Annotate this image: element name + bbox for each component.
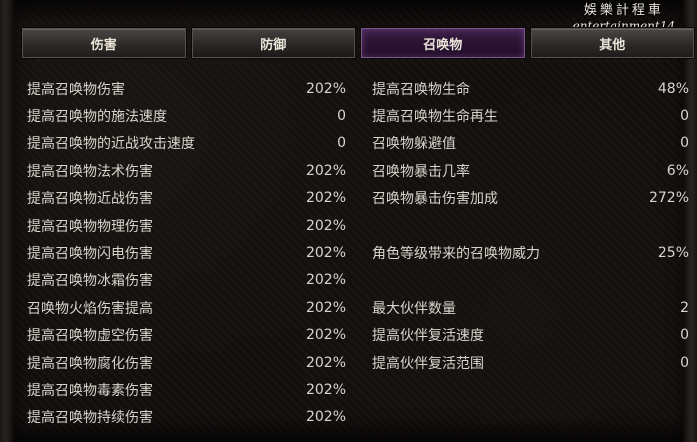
stat-value: 0: [337, 135, 346, 152]
stat-row: 提高召唤物生命 48%: [372, 75, 689, 102]
stat-value: 0: [680, 327, 689, 344]
stat-row: 提高召唤物毒素伤害 202%: [27, 376, 346, 403]
stat-value: 48%: [657, 80, 689, 97]
stat-row: 提高召唤物闪电伤害 202%: [27, 239, 346, 266]
stat-row: 提高召唤物物理伤害 202%: [27, 212, 346, 239]
stat-value: 25%: [657, 245, 689, 262]
stat-row: 提高伙伴复活速度 0: [372, 322, 689, 349]
stat-label: 召唤物火焰伤害提高: [27, 300, 153, 317]
stat-row: 角色等级带来的召唤物威力 25%: [372, 239, 689, 266]
stat-label: 提高召唤物持续伤害: [27, 410, 153, 427]
stat-label: 提高召唤物冰霜伤害: [27, 273, 153, 290]
stat-row: 提高召唤物的近战攻击速度 0: [27, 130, 346, 157]
watermark-chinese: 娛樂計程車: [583, 3, 664, 18]
stat-label: 提高召唤物伤害: [27, 81, 125, 98]
stat-label: 提高召唤物毒素伤害: [27, 382, 153, 399]
stat-label: 提高召唤物法术伤害: [27, 163, 153, 180]
stat-row: 提高召唤物生命再生 0: [372, 102, 689, 129]
tab-minions[interactable]: 召唤物: [361, 28, 525, 58]
stat-row: 召唤物暴击几率 6%: [372, 157, 689, 184]
stat-row: 提高召唤物法术伤害 202%: [27, 157, 346, 184]
stat-value: 0: [680, 354, 689, 371]
stat-value: 272%: [648, 190, 689, 207]
stat-label: 提高伙伴复活范围: [372, 355, 484, 372]
stat-row: 提高召唤物伤害 202%: [27, 75, 346, 102]
left-stats-column: 提高召唤物伤害 202% 提高召唤物的施法速度 0 提高召唤物的近战攻击速度 0 提高…: [27, 75, 346, 431]
stat-label: 最大伙伴数量: [372, 300, 456, 317]
stat-row: 提高召唤物持续伤害 202%: [27, 404, 346, 431]
stat-label: 召唤物暴击伤害加成: [372, 191, 498, 208]
stat-label: 召唤物躲避值: [372, 136, 456, 153]
stat-value: 202%: [305, 162, 346, 179]
stat-row: 提高召唤物的施法速度 0: [27, 102, 346, 129]
stat-label: 角色等级带来的召唤物威力: [372, 246, 540, 263]
stat-value: 0: [680, 135, 689, 152]
stat-row: 提高召唤物冰霜伤害 202%: [27, 267, 346, 294]
stat-label: 提高召唤物的施法速度: [27, 109, 167, 126]
stat-value: 202%: [305, 354, 346, 371]
stat-value: 2: [680, 299, 689, 316]
stat-value: 0: [680, 108, 689, 125]
stat-value: 202%: [305, 327, 346, 344]
stats-panel: 娛樂計程車 entertainment14 伤害 防御 召唤物 其他 提高召唤物…: [0, 0, 697, 442]
stat-value: 6%: [666, 162, 689, 179]
stat-row: 提高伙伴复活范围 0: [372, 349, 689, 376]
panel-border-left: [0, 0, 14, 442]
tab-other[interactable]: 其他: [530, 28, 694, 58]
stat-label: 提高召唤物虚空伤害: [27, 328, 153, 345]
stat-value: 202%: [305, 381, 346, 398]
stat-row: 提高召唤物近战伤害 202%: [27, 185, 346, 212]
tab-defense[interactable]: 防御: [191, 28, 355, 58]
stat-label: 提高召唤物生命再生: [372, 109, 498, 126]
stat-label: 提高召唤物腐化伤害: [27, 355, 153, 372]
stat-label: 提高召唤物物理伤害: [27, 218, 153, 235]
stat-row: 提高召唤物腐化伤害 202%: [27, 349, 346, 376]
stat-label: 提高召唤物的近战攻击速度: [27, 136, 195, 153]
stat-value: 202%: [305, 272, 346, 289]
stat-value: 202%: [305, 299, 346, 316]
stat-value: 202%: [305, 190, 346, 207]
tab-bar: 伤害 防御 召唤物 其他: [22, 28, 694, 58]
stat-value: 202%: [305, 80, 346, 97]
stat-label: 提高召唤物生命: [372, 81, 470, 98]
stat-label: 提高伙伴复活速度: [372, 328, 484, 345]
stat-row: 召唤物火焰伤害提高 202%: [27, 294, 346, 321]
stat-value: 0: [337, 108, 346, 125]
stat-label: 提高召唤物闪电伤害: [27, 246, 153, 263]
stat-value: 202%: [305, 409, 346, 426]
right-stats-column: 提高召唤物生命 48% 提高召唤物生命再生 0 召唤物躲避值 0 召唤物暴击几率 6% …: [372, 75, 689, 376]
stat-row: 最大伙伴数量 2: [372, 294, 689, 321]
stat-label: 召唤物暴击几率: [372, 163, 470, 180]
stat-label: 提高召唤物近战伤害: [27, 191, 153, 208]
stat-value: 202%: [305, 217, 346, 234]
stat-row: 召唤物躲避值 0: [372, 130, 689, 157]
tab-damage[interactable]: 伤害: [22, 28, 186, 58]
stat-row: 召唤物暴击伤害加成 272%: [372, 185, 689, 212]
stat-value: 202%: [305, 245, 346, 262]
stat-row: 提高召唤物虚空伤害 202%: [27, 322, 346, 349]
